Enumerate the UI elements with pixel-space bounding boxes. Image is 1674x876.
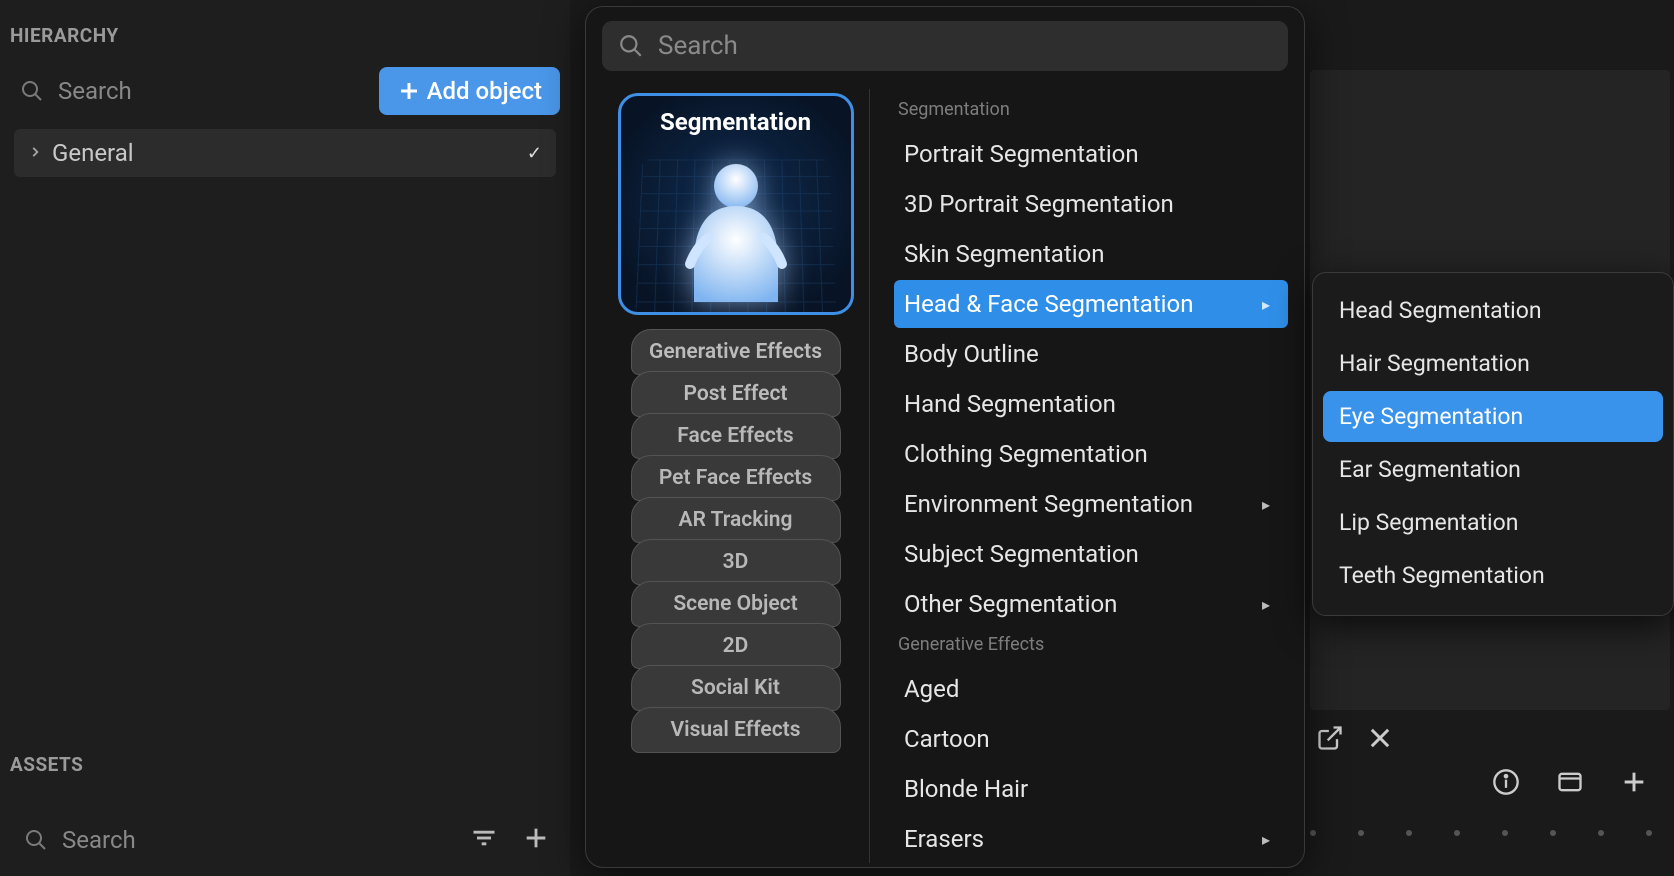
menu-item-label: Aged [904, 675, 959, 703]
category-stack-item[interactable]: Face Effects [631, 413, 841, 459]
submenu-item[interactable]: Eye Segmentation [1323, 391, 1663, 442]
category-stack-item[interactable]: AR Tracking [631, 497, 841, 543]
add-object-label: Add object [427, 77, 542, 105]
category-stack-item[interactable]: 3D [631, 539, 841, 585]
menu-item-label: Cartoon [904, 725, 990, 753]
menu-item[interactable]: 3D Portrait Segmentation [894, 180, 1288, 228]
pagination-dots [1310, 830, 1652, 836]
person-silhouette-icon [676, 152, 796, 302]
add-object-popup: Search Segmentation Generative EffectsPo… [585, 6, 1305, 868]
assets-search-placeholder: Search [62, 826, 136, 854]
submenu-flyout: Head SegmentationHair SegmentationEye Se… [1312, 272, 1674, 616]
search-icon [24, 828, 48, 852]
menu-item[interactable]: Hand Segmentation [894, 380, 1288, 428]
close-icon [1366, 724, 1394, 752]
hierarchy-tree-item[interactable]: General ✓ [14, 129, 556, 177]
search-icon [20, 79, 44, 103]
menu-item-label: Body Outline [904, 340, 1039, 368]
plus-icon [522, 824, 550, 852]
tree-item-label: General [52, 139, 134, 167]
popup-search-placeholder: Search [658, 31, 738, 61]
add-object-button[interactable]: Add object [379, 67, 560, 115]
menu-item[interactable]: Body Outline [894, 330, 1288, 378]
menu-item-label: 3D Portrait Segmentation [904, 190, 1174, 218]
filter-button[interactable] [464, 818, 504, 862]
submenu-item[interactable]: Lip Segmentation [1323, 497, 1663, 548]
info-icon [1492, 768, 1520, 796]
menu-item-label: Head & Face Segmentation [904, 290, 1193, 318]
menu-item-label: Other Segmentation [904, 590, 1117, 618]
category-column: Segmentation Generative EffectsPost Effe… [602, 89, 870, 863]
info-button[interactable] [1486, 762, 1526, 806]
chevron-right-icon: ▸ [1262, 830, 1270, 849]
chevron-right-icon [28, 144, 42, 163]
assets-title: ASSETS [10, 753, 83, 776]
open-external-button[interactable] [1310, 718, 1350, 762]
hierarchy-panel: HIERARCHY Search Add object General ✓ AS… [0, 0, 570, 876]
menu-item[interactable]: Head & Face Segmentation ▸ [894, 280, 1288, 328]
menu-item[interactable]: Subject Segmentation [894, 530, 1288, 578]
hierarchy-search-placeholder: Search [58, 77, 132, 105]
hierarchy-title: HIERARCHY [0, 0, 570, 61]
menu-group-title: Segmentation [898, 99, 1288, 120]
submenu-item[interactable]: Teeth Segmentation [1323, 550, 1663, 601]
menu-item[interactable]: Cartoon [894, 715, 1288, 763]
category-stack-item[interactable]: 2D [631, 623, 841, 669]
search-icon [618, 33, 644, 59]
chevron-right-icon: ▸ [1262, 495, 1270, 514]
chevron-right-icon: ▸ [1262, 595, 1270, 614]
category-stack-item[interactable]: Generative Effects [631, 329, 841, 375]
menu-item[interactable]: Erasers ▸ [894, 815, 1288, 863]
plus-icon [397, 79, 421, 103]
add-button[interactable] [1614, 762, 1654, 806]
chevron-right-icon: ▸ [1262, 295, 1270, 314]
category-stack-item[interactable]: Scene Object [631, 581, 841, 627]
menu-item[interactable]: Aged [894, 665, 1288, 713]
menu-item-label: Subject Segmentation [904, 540, 1139, 568]
category-stack-item[interactable]: Social Kit [631, 665, 841, 711]
window-button[interactable] [1550, 762, 1590, 806]
hierarchy-search[interactable]: Search [10, 69, 379, 113]
menu-item[interactable]: Skin Segmentation [894, 230, 1288, 278]
window-icon [1556, 768, 1584, 796]
category-stack-item[interactable]: Post Effect [631, 371, 841, 417]
category-card-title: Segmentation [621, 108, 851, 136]
close-button[interactable] [1360, 718, 1400, 762]
checkmark-icon: ✓ [527, 143, 542, 164]
menu-item-label: Clothing Segmentation [904, 440, 1148, 468]
menu-item-label: Blonde Hair [904, 775, 1028, 803]
popup-search[interactable]: Search [602, 21, 1288, 71]
menu-item-label: Portrait Segmentation [904, 140, 1139, 168]
menu-item-label: Skin Segmentation [904, 240, 1104, 268]
menu-item[interactable]: Clothing Segmentation [894, 430, 1288, 478]
menu-item[interactable]: Environment Segmentation ▸ [894, 480, 1288, 528]
menu-column: Segmentation Portrait Segmentation 3D Port… [870, 89, 1288, 863]
menu-item-label: Erasers [904, 825, 984, 853]
submenu-item[interactable]: Hair Segmentation [1323, 338, 1663, 389]
filter-icon [470, 824, 498, 852]
external-link-icon [1316, 724, 1344, 752]
menu-item[interactable]: Blonde Hair [894, 765, 1288, 813]
category-stack-item[interactable]: Pet Face Effects [631, 455, 841, 501]
menu-group-title: Generative Effects [898, 634, 1288, 655]
add-asset-button[interactable] [516, 818, 556, 862]
category-card-active[interactable]: Segmentation [618, 93, 854, 315]
menu-item-label: Environment Segmentation [904, 490, 1193, 518]
submenu-item[interactable]: Head Segmentation [1323, 285, 1663, 336]
plus-icon [1620, 768, 1648, 796]
menu-item-label: Hand Segmentation [904, 390, 1116, 418]
menu-item[interactable]: Other Segmentation ▸ [894, 580, 1288, 628]
menu-item[interactable]: Portrait Segmentation [894, 130, 1288, 178]
submenu-item[interactable]: Ear Segmentation [1323, 444, 1663, 495]
category-stack-item[interactable]: Visual Effects [631, 707, 841, 753]
assets-search[interactable]: Search [14, 818, 452, 862]
